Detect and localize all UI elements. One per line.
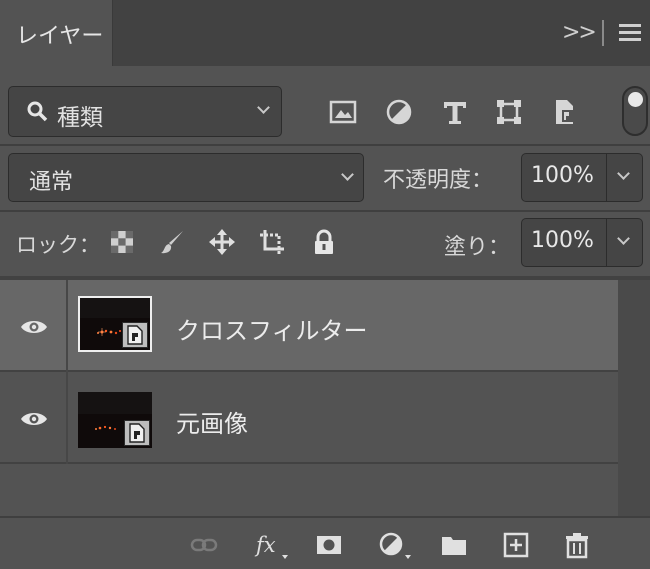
tab-divider — [602, 20, 604, 46]
lock-image-pixels-brush-icon[interactable] — [158, 228, 186, 256]
chevron-down-icon — [257, 101, 270, 114]
layer-name[interactable]: クロスフィルター — [176, 311, 368, 346]
filter-kind-label: 種類 — [57, 105, 103, 131]
adjustment-layer-filter-icon[interactable] — [384, 97, 414, 127]
add-mask-icon[interactable] — [315, 531, 343, 559]
lock-all-padlock-icon[interactable] — [310, 228, 338, 256]
layer-thumbnail[interactable] — [78, 296, 152, 352]
fill-dropdown-button[interactable] — [607, 218, 643, 267]
panel-menu-icon[interactable] — [619, 24, 641, 42]
collapse-panel-button[interactable]: >> — [562, 20, 597, 45]
tab-layers[interactable]: レイヤー — [0, 0, 113, 66]
chevron-down-icon — [617, 167, 630, 180]
lock-transparent-pixels-icon[interactable] — [108, 228, 136, 256]
layer-row[interactable]: 元画像 — [0, 372, 618, 464]
smart-object-filter-icon[interactable] — [549, 97, 579, 127]
layers-scrollbar[interactable] — [618, 280, 650, 516]
filter-toggle-switch[interactable] — [622, 86, 648, 136]
opacity-label: 不透明度： — [383, 168, 494, 193]
layer-thumbnail[interactable] — [78, 392, 152, 448]
fill-input[interactable]: 100% — [521, 218, 607, 267]
toolbar-divider — [0, 210, 650, 212]
layer-filter-select[interactable]: 種類 — [8, 86, 282, 137]
search-icon — [27, 101, 48, 122]
opacity-input[interactable]: 100% — [521, 153, 607, 202]
layer-name[interactable]: 元画像 — [176, 404, 248, 439]
new-adjustment-layer-icon[interactable] — [378, 531, 412, 559]
new-layer-icon[interactable] — [502, 531, 530, 559]
visibility-column — [0, 280, 68, 372]
lock-position-move-icon[interactable] — [208, 228, 236, 256]
opacity-dropdown-button[interactable] — [607, 153, 643, 202]
layer-row[interactable]: クロスフィルター — [0, 280, 618, 372]
eye-icon[interactable] — [20, 410, 48, 428]
panel-tab-bar: レイヤー >> — [0, 0, 650, 66]
blend-mode-select[interactable]: 通常 — [8, 153, 364, 202]
new-group-folder-icon[interactable] — [440, 531, 468, 559]
delete-layer-trash-icon[interactable] — [563, 531, 591, 559]
lock-label: ロック： — [16, 233, 100, 257]
layers-list: クロスフィルター 元画像 — [0, 280, 618, 516]
smart-object-badge-icon — [122, 322, 148, 348]
type-layer-filter-icon[interactable] — [440, 97, 470, 127]
chevron-down-icon — [341, 168, 354, 181]
svg-text:fx: fx — [254, 533, 276, 557]
toolbar-divider — [0, 144, 650, 146]
link-layers-icon[interactable] — [190, 531, 218, 559]
layer-style-fx-icon[interactable]: fx — [254, 531, 288, 559]
fill-label: 塗り： — [444, 235, 511, 260]
shape-layer-filter-icon[interactable] — [494, 97, 524, 127]
visibility-column — [0, 372, 68, 464]
pixel-layer-filter-icon[interactable] — [328, 97, 358, 127]
eye-icon[interactable] — [20, 318, 48, 336]
smart-object-badge-icon — [124, 420, 150, 446]
lock-artboard-crop-icon[interactable] — [258, 228, 286, 256]
blend-mode-value: 通常 — [29, 170, 74, 195]
chevron-down-icon — [617, 232, 630, 245]
